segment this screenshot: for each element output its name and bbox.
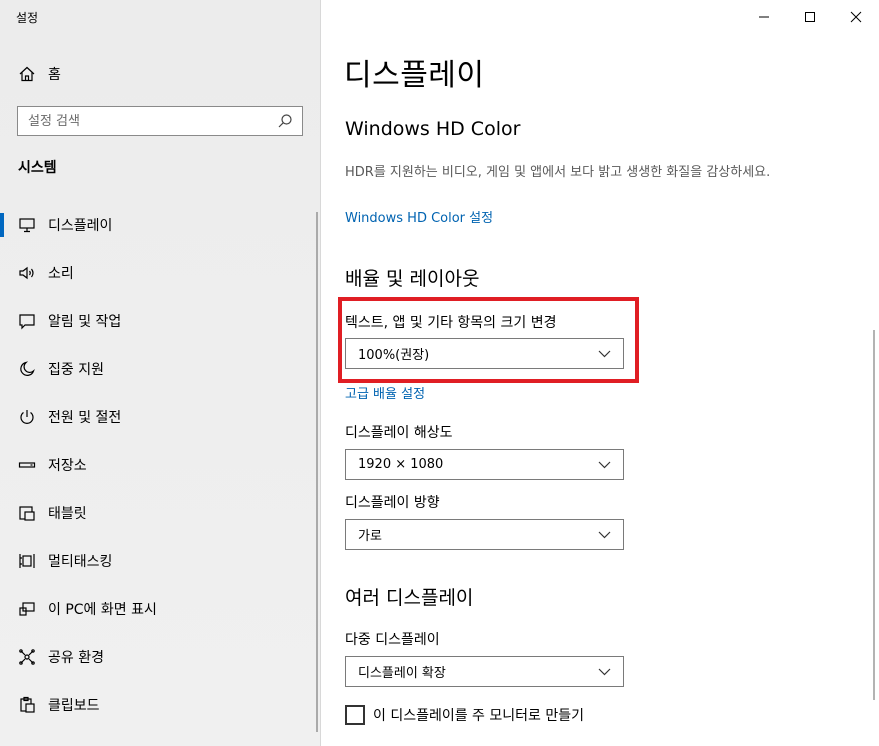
notification-icon	[18, 312, 36, 330]
main-display-checkbox-row[interactable]: 이 디스플레이를 주 모니터로 만들기	[345, 705, 584, 725]
sidebar-item-shared-experiences[interactable]: 공유 환경	[0, 633, 320, 681]
sidebar-home-label: 홈	[48, 67, 61, 83]
chevron-down-icon	[595, 456, 613, 474]
home-icon	[18, 65, 36, 83]
speaker-icon	[18, 264, 36, 282]
orientation-dropdown-value: 가로	[358, 529, 382, 544]
sidebar-item-label: 디스플레이	[48, 218, 113, 234]
hd-color-description: HDR를 지원하는 비디오, 게임 및 앱에서 보다 밝고 생생한 화질을 감상…	[345, 165, 771, 180]
multi-display-dropdown[interactable]: 디스플레이 확장	[345, 656, 624, 687]
sidebar-item-notifications[interactable]: 알림 및 작업	[0, 297, 320, 345]
sidebar-item-label: 집중 지원	[48, 362, 104, 378]
sidebar-item-label: 멀티태스킹	[48, 554, 113, 570]
sidebar-item-label: 클립보드	[48, 698, 100, 714]
shared-experiences-icon	[18, 648, 36, 666]
storage-icon	[18, 456, 36, 474]
sidebar-item-label: 이 PC에 화면 표시	[48, 602, 157, 618]
tablet-icon	[18, 504, 36, 522]
sidebar-item-clipboard[interactable]: 클립보드	[0, 681, 320, 729]
sidebar-item-multitasking[interactable]: 멀티태스킹	[0, 537, 320, 585]
search-box[interactable]	[17, 106, 303, 136]
sidebar-item-label: 공유 환경	[48, 650, 104, 666]
multi-display-dropdown-value: 디스플레이 확장	[358, 666, 446, 681]
power-icon	[18, 408, 36, 426]
sidebar-scrollbar[interactable]	[316, 212, 318, 732]
resolution-dropdown-value: 1920 × 1080	[358, 457, 444, 472]
monitor-icon	[18, 216, 36, 234]
sidebar-item-display[interactable]: 디스플레이	[0, 201, 320, 249]
sidebar-item-label: 전원 및 절전	[48, 410, 122, 426]
sidebar-nav: 디스플레이 소리 알림 및 작업 집중 지원 전원 및 절전 저장소 태블릿 멀…	[0, 201, 320, 729]
sidebar-item-sound[interactable]: 소리	[0, 249, 320, 297]
chevron-down-icon	[595, 663, 613, 681]
page-title: 디스플레이	[344, 58, 485, 93]
advanced-scaling-link[interactable]: 고급 배율 설정	[345, 383, 425, 402]
sidebar-item-storage[interactable]: 저장소	[0, 441, 320, 489]
chevron-down-icon	[595, 526, 613, 544]
search-input[interactable]	[28, 113, 276, 129]
main-display-checkbox[interactable]	[345, 705, 365, 725]
sidebar-item-power[interactable]: 전원 및 절전	[0, 393, 320, 441]
project-icon	[18, 600, 36, 618]
hd-color-header: Windows HD Color	[345, 118, 521, 140]
resolution-label: 디스플레이 해상도	[345, 425, 453, 441]
sidebar-item-label: 소리	[48, 266, 74, 282]
window-title: 설정	[16, 11, 39, 25]
main-display-checkbox-label: 이 디스플레이를 주 모니터로 만들기	[373, 708, 584, 724]
scale-layout-header: 배율 및 레이아웃	[345, 268, 480, 290]
sidebar-item-label: 알림 및 작업	[48, 314, 122, 330]
multi-display-label: 다중 디스플레이	[345, 632, 440, 648]
clipboard-icon	[18, 696, 36, 714]
sidebar-item-project[interactable]: 이 PC에 화면 표시	[0, 585, 320, 633]
sidebar: 설정 홈 시스템 디스플레이 소리 알림 및 작	[0, 0, 321, 746]
main-scrollbar[interactable]	[873, 330, 875, 700]
orientation-label: 디스플레이 방향	[345, 495, 440, 511]
sidebar-home[interactable]: 홈	[0, 58, 320, 90]
moon-icon	[18, 360, 36, 378]
resolution-dropdown[interactable]: 1920 × 1080	[345, 449, 624, 480]
search-icon[interactable]	[276, 112, 294, 130]
sidebar-item-label: 저장소	[48, 458, 87, 474]
sidebar-item-tablet[interactable]: 태블릿	[0, 489, 320, 537]
sidebar-item-label: 태블릿	[48, 506, 87, 522]
sidebar-section-title: 시스템	[18, 160, 57, 176]
multitasking-icon	[18, 552, 36, 570]
multi-display-header: 여러 디스플레이	[345, 587, 474, 609]
sidebar-item-focus-assist[interactable]: 집중 지원	[0, 345, 320, 393]
highlight-annotation	[338, 297, 639, 383]
orientation-dropdown[interactable]: 가로	[345, 519, 624, 550]
hd-color-settings-link[interactable]: Windows HD Color 설정	[345, 207, 493, 226]
